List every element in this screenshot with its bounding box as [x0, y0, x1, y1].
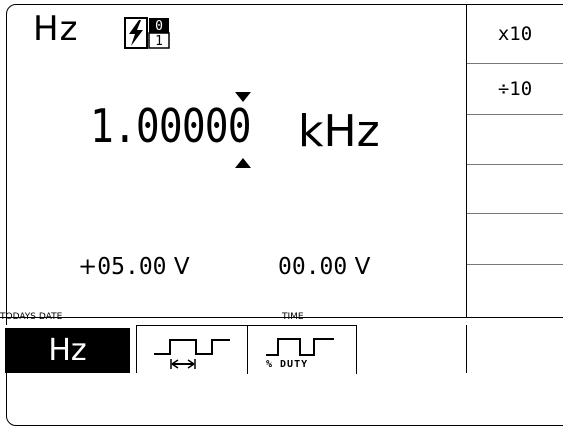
- pulse-period-icon: [154, 339, 230, 369]
- tab-hz-label: Hz: [5, 328, 130, 373]
- offset-value: 00.00: [278, 254, 348, 280]
- frequency-unit: kHz: [298, 106, 380, 157]
- mode-label: Hz: [33, 9, 79, 49]
- svg-text:0: 0: [155, 19, 163, 34]
- frequency-value[interactable]: 1.00000: [90, 103, 252, 149]
- offset-unit: V: [354, 254, 371, 280]
- amplitude-unit: V: [173, 254, 190, 280]
- tab-empty[interactable]: [357, 325, 467, 373]
- amplitude-readout[interactable]: +05.00 V: [78, 256, 190, 279]
- tab-duty[interactable]: % DUTY: [248, 325, 357, 374]
- softkey-6[interactable]: [467, 265, 563, 317]
- softkey-3[interactable]: [467, 115, 563, 165]
- amplitude-sign: +: [78, 254, 98, 280]
- svg-text:1: 1: [155, 34, 163, 49]
- offset-readout[interactable]: 00.00 V: [278, 256, 370, 279]
- softkey-divide-10[interactable]: ÷10: [467, 64, 563, 115]
- tab-empty-right[interactable]: [467, 325, 563, 373]
- tab-duty-label: % DUTY: [266, 359, 309, 370]
- time-label: TIME: [282, 312, 304, 322]
- amplitude-value: 05.00: [97, 254, 167, 280]
- tab-period[interactable]: [137, 325, 248, 374]
- softkey-5[interactable]: [467, 214, 563, 265]
- lightning-01-icon: 0 1: [124, 17, 170, 49]
- softkey-times-10[interactable]: x10: [467, 4, 563, 64]
- todays-date-label: TODAYS DATE: [0, 312, 63, 322]
- tab-hz[interactable]: Hz: [0, 325, 137, 373]
- digit-cursor-down-icon[interactable]: [235, 158, 251, 168]
- softkey-4[interactable]: [467, 165, 563, 214]
- instrument-screen: Hz 0 1 1.00000 kHz +05.00 V 00.00 V TODA…: [0, 0, 563, 426]
